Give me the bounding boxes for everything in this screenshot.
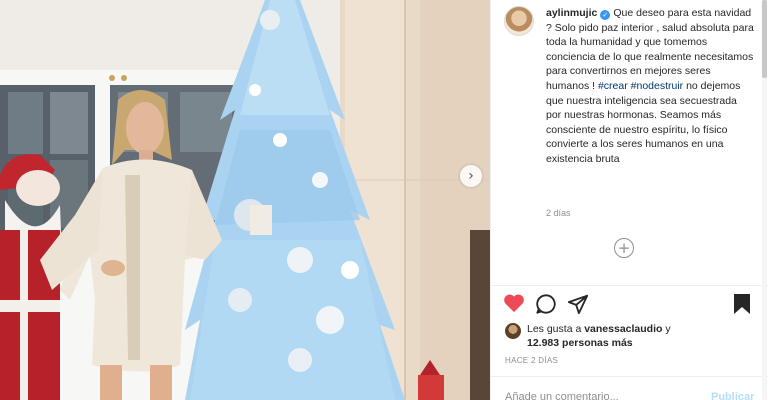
post-date[interactable]: HACE 2 DÍAS — [505, 356, 558, 365]
publish-button[interactable]: Publicar — [711, 391, 754, 400]
liker-avatar[interactable] — [505, 323, 521, 339]
verified-badge-icon: ✓ — [600, 10, 611, 20]
post-caption: aylinmujic ✓ Que deseo para esta navidad ?… — [546, 6, 754, 167]
likes-middle: y — [662, 323, 671, 335]
liker-username-link[interactable]: vanessaclaudio — [584, 323, 662, 335]
hashtag-link[interactable]: #crear — [598, 80, 628, 92]
likes-prefix: Les gusta a — [527, 323, 585, 335]
hashtag-link[interactable]: #nodestruir — [631, 80, 684, 92]
carousel-next-button[interactable]: › — [460, 165, 482, 187]
scrollbar-thumb[interactable] — [762, 0, 767, 78]
post-photo[interactable]: › — [0, 0, 490, 400]
avatar[interactable] — [504, 6, 534, 36]
caption-text-end: no dejemos que nuestra inteligencia sea … — [546, 79, 741, 165]
likes-text: Les gusta a vanessaclaudio y 12.983 pers… — [527, 322, 671, 350]
comment-icon[interactable] — [535, 293, 557, 315]
heart-icon[interactable] — [503, 293, 525, 313]
likes-row: Les gusta a vanessaclaudio y 12.983 pers… — [505, 322, 671, 350]
likes-count-link[interactable]: 12.983 personas más — [527, 337, 633, 349]
divider — [490, 376, 768, 377]
plus-icon: + — [617, 238, 631, 257]
caption-time[interactable]: 2 días — [546, 208, 571, 218]
load-more-comments-button[interactable]: + — [614, 238, 634, 258]
action-bar — [503, 293, 755, 317]
bookmark-icon[interactable] — [733, 293, 751, 315]
caption-block: aylinmujic ✓ Que deseo para esta navidad ?… — [504, 6, 754, 167]
chevron-right-icon: › — [468, 168, 474, 184]
username-link[interactable]: aylinmujic — [546, 7, 597, 19]
photo-scene — [0, 0, 490, 400]
comment-input[interactable]: Añade un comentario... — [505, 391, 619, 400]
divider — [490, 285, 768, 286]
share-icon[interactable] — [567, 293, 589, 315]
